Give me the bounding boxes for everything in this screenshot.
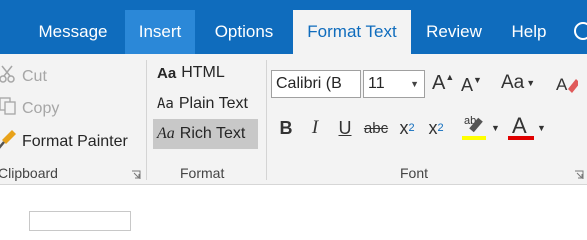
format-painter-button[interactable]: Format Painter bbox=[0, 128, 128, 155]
change-case-glyph: Aa bbox=[501, 72, 525, 93]
dialog-launcher-icon[interactable] bbox=[574, 170, 584, 180]
scissors-icon bbox=[0, 64, 18, 89]
subscript-glyph: x bbox=[399, 117, 409, 138]
superscript-glyph: x bbox=[428, 117, 438, 138]
format-painter-icon bbox=[0, 128, 18, 155]
change-case-button[interactable]: Aa ▼ bbox=[501, 72, 535, 94]
copy-button[interactable]: Copy bbox=[0, 96, 59, 121]
format-group-label: Format bbox=[180, 165, 225, 181]
tab-format-text[interactable]: Format Text bbox=[293, 10, 411, 54]
cut-label: Cut bbox=[22, 67, 47, 85]
font-color-bar bbox=[508, 136, 534, 140]
search-icon[interactable] bbox=[574, 22, 587, 40]
format-plain-text-label: Plain Text bbox=[178, 95, 248, 112]
underline-button[interactable]: U bbox=[335, 114, 355, 142]
format-aa-glyph: Aa bbox=[157, 64, 177, 82]
copy-icon bbox=[0, 96, 18, 121]
tab-help[interactable]: Help bbox=[500, 10, 558, 54]
format-aa-glyph: Aa bbox=[157, 96, 174, 112]
caret-up-icon: ▲ bbox=[445, 72, 455, 82]
group-separator bbox=[146, 60, 147, 180]
font-group-label: Font bbox=[400, 165, 429, 181]
strikethrough-button[interactable]: abc bbox=[362, 114, 390, 142]
cut-button[interactable]: Cut bbox=[0, 64, 47, 89]
subscript-button[interactable]: x2 bbox=[396, 114, 418, 142]
format-aa-glyph: Aa bbox=[157, 125, 175, 142]
format-html-button[interactable]: Aa HTML bbox=[153, 58, 225, 88]
superscript-button[interactable]: x2 bbox=[425, 114, 447, 142]
chevron-down-icon: ▼ bbox=[491, 123, 500, 133]
italic-button[interactable]: I bbox=[305, 114, 325, 142]
clear-formatting-button[interactable]: A bbox=[556, 73, 580, 100]
clipboard-group-label: Clipboard bbox=[0, 165, 58, 181]
font-size-value: 11 bbox=[368, 75, 385, 92]
grow-font-glyph: A bbox=[432, 72, 446, 94]
font-size-combo[interactable]: 11 ▼ bbox=[363, 70, 425, 98]
eraser-icon: A bbox=[556, 75, 580, 94]
copy-label: Copy bbox=[22, 99, 60, 117]
font-name-value: Calibri (B bbox=[276, 75, 342, 92]
highlighter-icon: ab bbox=[462, 115, 488, 141]
ribbon-panel: Cut Copy Format Painter Clipboard Aa HTM… bbox=[0, 54, 587, 185]
group-separator bbox=[266, 60, 267, 180]
shrink-font-button[interactable]: A▼ bbox=[461, 75, 482, 96]
subscript-mark: 2 bbox=[408, 122, 415, 134]
shrink-font-glyph: A bbox=[461, 75, 474, 95]
grow-font-button[interactable]: A▲ bbox=[432, 72, 454, 95]
svg-text:A: A bbox=[556, 75, 568, 94]
highlight-button[interactable]: ab ▼ bbox=[462, 114, 500, 142]
tab-review[interactable]: Review bbox=[418, 10, 490, 54]
dialog-launcher-icon[interactable] bbox=[131, 170, 141, 180]
highlight-color-bar bbox=[462, 136, 486, 140]
tab-message[interactable]: Message bbox=[28, 10, 118, 54]
format-plain-text-button[interactable]: Aa Plain Text bbox=[153, 89, 248, 119]
ribbon-tab-bar: Message Insert Options Format Text Revie… bbox=[0, 0, 587, 54]
bold-button[interactable]: B bbox=[276, 114, 296, 142]
format-rich-text-label: Rich Text bbox=[179, 125, 246, 142]
chevron-down-icon: ▼ bbox=[410, 79, 419, 89]
tab-insert[interactable]: Insert bbox=[125, 10, 195, 54]
font-color-icon: A bbox=[508, 113, 534, 141]
font-color-button[interactable]: A ▼ bbox=[508, 113, 548, 142]
font-name-combo[interactable]: Calibri (B bbox=[271, 70, 361, 98]
chevron-down-icon: ▼ bbox=[526, 77, 536, 88]
format-html-label: HTML bbox=[181, 64, 225, 81]
superscript-mark: 2 bbox=[437, 122, 444, 134]
caret-down-icon: ▼ bbox=[473, 75, 482, 85]
recipient-field[interactable] bbox=[29, 211, 131, 231]
format-painter-label: Format Painter bbox=[22, 132, 128, 150]
chevron-down-icon: ▼ bbox=[537, 123, 546, 133]
format-rich-text-button[interactable]: Aa Rich Text bbox=[153, 119, 258, 149]
tab-options[interactable]: Options bbox=[200, 10, 288, 54]
